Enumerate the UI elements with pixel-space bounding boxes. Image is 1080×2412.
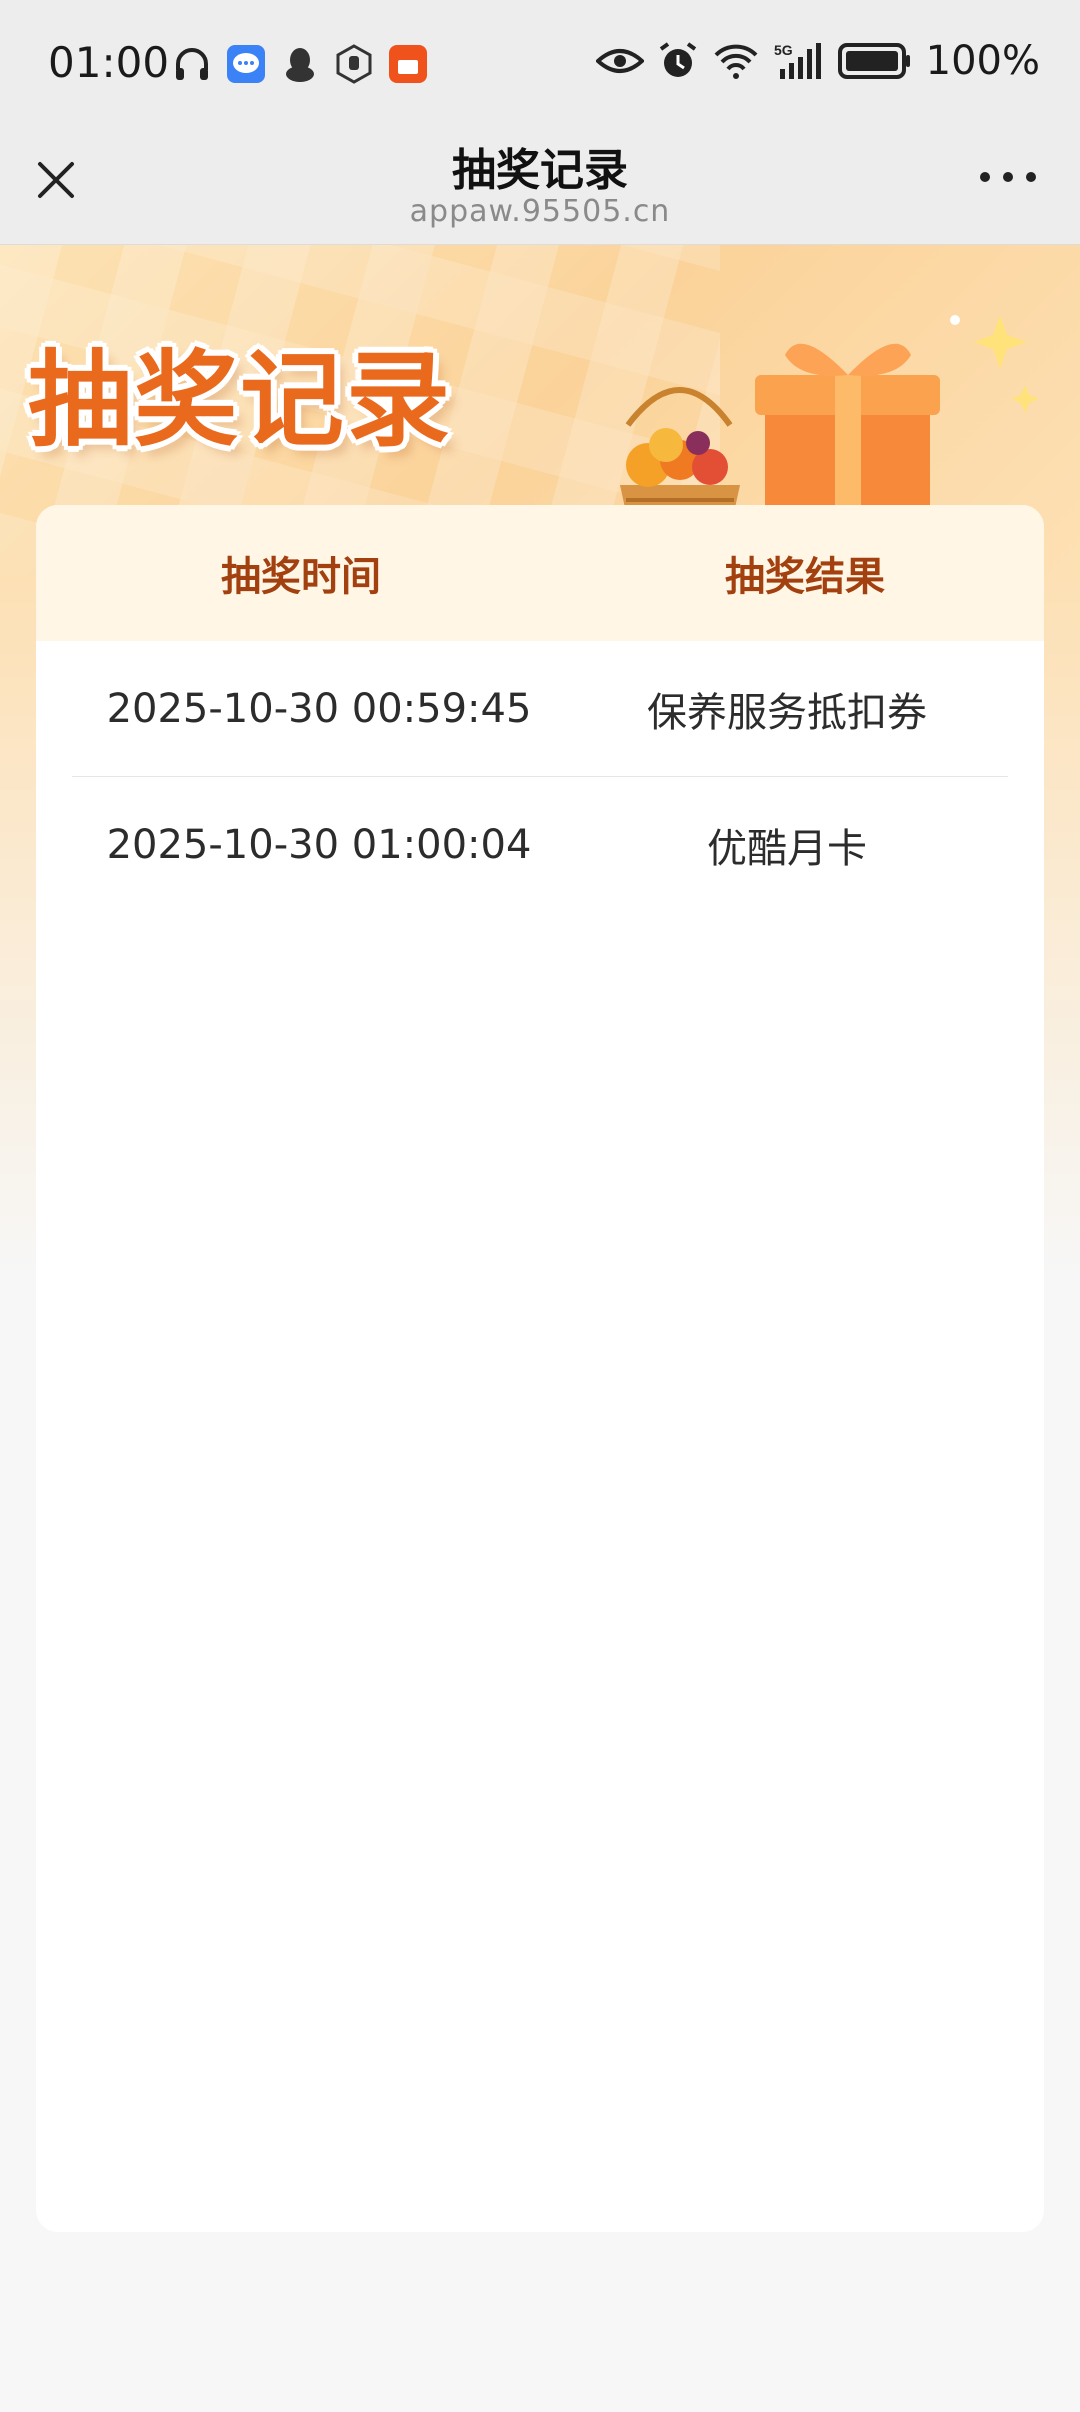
page-url: appaw.95505.cn [409,194,671,229]
notification-icons [172,44,428,84]
battery-percent: 100% [925,38,1040,84]
alarm-icon [659,42,696,77]
header-time: 抽奖时间 [221,554,381,600]
banner-title: 抽奖记录 [28,338,453,461]
table-header: 抽奖时间 抽奖结果 [36,505,1044,641]
svg-text:5G: 5G [774,42,793,58]
row-result: 保养服务抵扣券 [647,689,927,736]
wifi-icon [714,44,758,79]
table-row: 2025-10-30 00:59:45 保养服务抵扣券 [72,641,1008,777]
signal-icon: 5G [774,42,821,79]
status-bar: 01:00 5G 100% [0,0,1080,120]
row-time: 2025-10-30 01:00:04 [106,821,532,868]
page-title: 抽奖记录 [452,145,628,196]
battery-icon [837,43,910,79]
shopping-app-icon [389,45,427,83]
records-card: 抽奖时间 抽奖结果 2025-10-30 00:59:45 保养服务抵扣券 20… [36,505,1044,2232]
qq-penguin-icon [286,48,314,82]
eye-icon [595,49,644,73]
header-result: 抽奖结果 [725,554,885,600]
system-icons: 5G 100% [595,38,1040,84]
hand-app-icon [336,44,372,84]
headphones-icon [176,48,208,80]
row-time: 2025-10-30 00:59:45 [106,685,532,732]
table-row: 2025-10-30 01:00:04 优酷月卡 [72,777,1008,912]
row-result: 优酷月卡 [707,825,867,872]
chat-app-icon [227,45,265,83]
status-time: 01:00 [48,38,170,87]
nav-bar: 抽奖记录 appaw.95505.cn [0,120,1080,245]
more-options-icon[interactable] [980,172,1036,188]
